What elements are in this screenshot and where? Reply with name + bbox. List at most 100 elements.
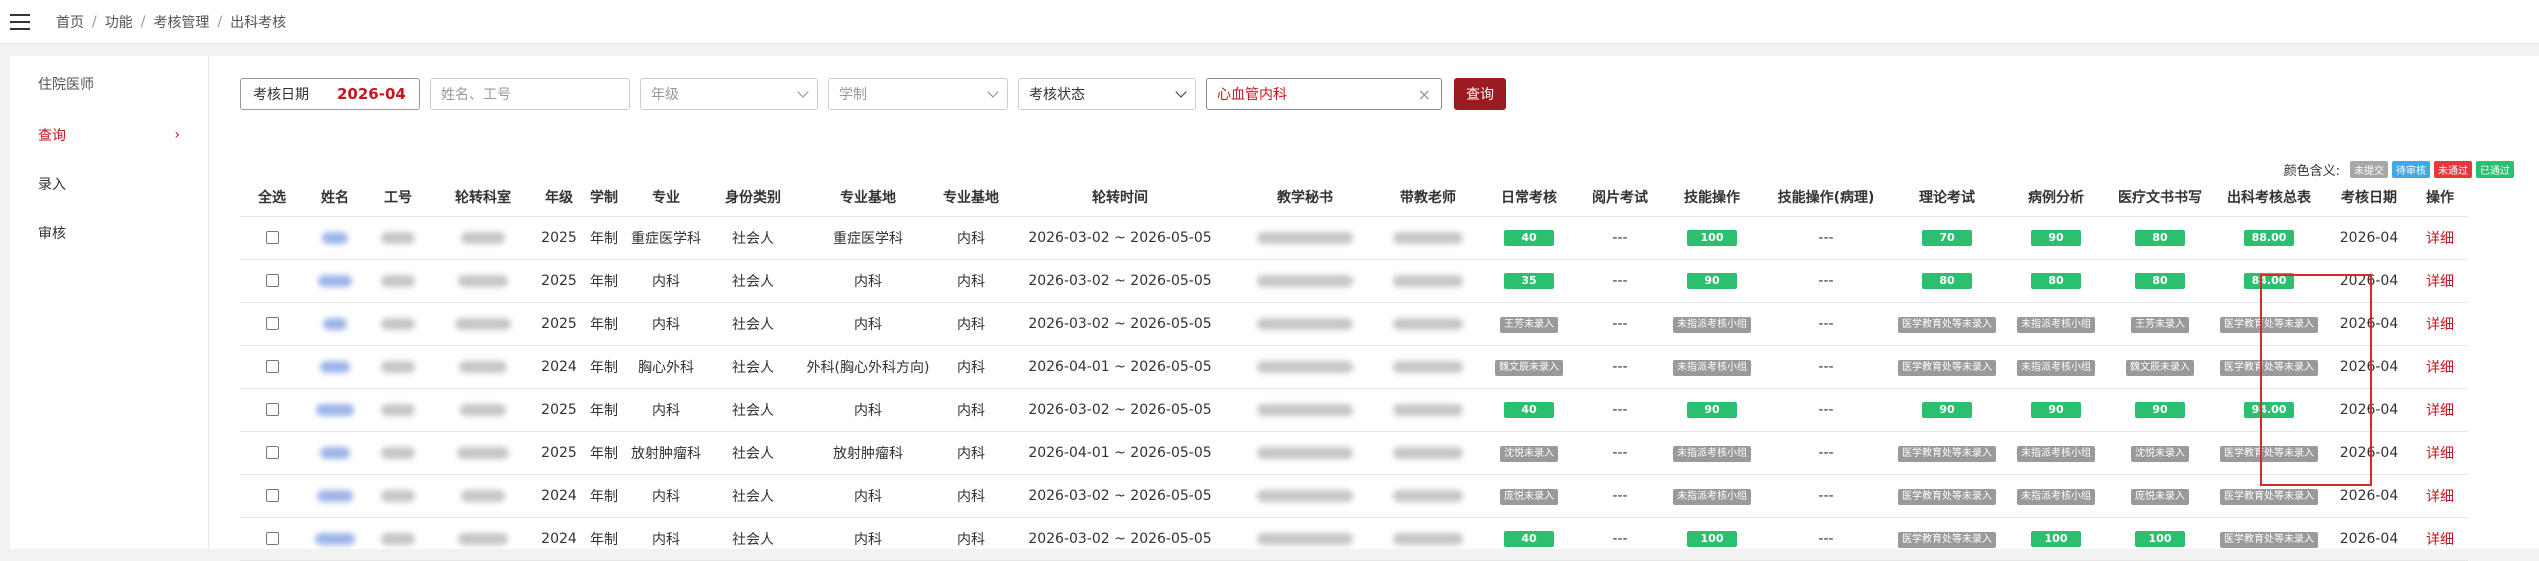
- specialty-base-cell: 内科: [800, 388, 936, 432]
- detail-link[interactable]: 详细: [2412, 259, 2468, 303]
- identity-cell: 社会人: [706, 474, 800, 518]
- detail-link[interactable]: 详细: [2412, 474, 2468, 518]
- status-select-placeholder: 考核状态: [1029, 87, 1085, 103]
- rotation-dept-cell: [430, 302, 536, 346]
- score-badge: 医学教育处等未录入: [2220, 359, 2318, 376]
- department-input[interactable]: 心血管内科 ×: [1206, 78, 1442, 110]
- redacted-value: [317, 489, 353, 502]
- score-badge: 88.00: [2244, 230, 2294, 246]
- theory-exam-cell: 医学教育处等未录入: [1890, 345, 2004, 389]
- row-checkbox[interactable]: [265, 403, 279, 416]
- detail-link[interactable]: 详细: [2412, 431, 2468, 475]
- redacted-value: [457, 446, 509, 459]
- score-badge: 80: [2135, 273, 2185, 289]
- breadcrumb-home[interactable]: 首页: [56, 12, 84, 32]
- redacted-value: [1393, 403, 1463, 416]
- breadcrumb-function[interactable]: 功能: [105, 12, 133, 32]
- redacted-value: [323, 317, 347, 330]
- query-button[interactable]: 查询: [1454, 78, 1506, 110]
- score-badge: 35: [1504, 273, 1554, 289]
- row-checkbox[interactable]: [265, 317, 279, 330]
- supervisor-cell: [1376, 302, 1480, 346]
- case-analysis-cell: 90: [2004, 216, 2108, 260]
- redacted-value: [1393, 446, 1463, 459]
- column-header[interactable]: 全选: [240, 178, 304, 217]
- score-badge: 100: [2135, 531, 2185, 547]
- redacted-value: [381, 532, 415, 545]
- breadcrumb-separator: /: [140, 13, 146, 30]
- status-select[interactable]: 考核状态: [1018, 78, 1196, 110]
- row-checkbox[interactable]: [265, 446, 279, 459]
- row-checkbox[interactable]: [265, 274, 279, 287]
- detail-link[interactable]: 详细: [2412, 517, 2468, 561]
- specialty-base-cell: 内科: [800, 259, 936, 303]
- rotation-dept-cell: [430, 517, 536, 561]
- teaching-secretary-cell: [1234, 345, 1376, 389]
- skill-exam-cell: 100: [1662, 517, 1762, 561]
- breadcrumb-separator: /: [217, 13, 223, 30]
- medical-doc-cell: 80: [2108, 259, 2212, 303]
- rotation-period-cell: 2026-03-02 ~ 2026-05-05: [1006, 517, 1234, 561]
- theory-exam-cell: 医学教育处等未录入: [1890, 302, 2004, 346]
- row-checkbox-cell: [240, 259, 304, 303]
- score-badge: 100: [1687, 230, 1737, 246]
- rotation-dept-cell: [430, 388, 536, 432]
- identity-cell: 社会人: [706, 517, 800, 561]
- row-checkbox[interactable]: [265, 231, 279, 244]
- exam-date-label: 考核日期: [253, 87, 309, 103]
- sidebar-item-review[interactable]: 审核: [10, 208, 208, 257]
- exam-date-cell: 2026-04: [2326, 345, 2412, 389]
- legend-tag-pending: 待审核: [2392, 161, 2430, 178]
- identity-cell: 社会人: [706, 431, 800, 475]
- sidebar-item-label: 审核: [38, 225, 66, 242]
- redacted-value: [381, 403, 415, 416]
- score-badge: 40: [1504, 531, 1554, 547]
- column-header: 轮转科室: [430, 178, 536, 217]
- grade-select[interactable]: 年级: [640, 78, 818, 110]
- theory-exam-cell: 医学教育处等未录入: [1890, 517, 2004, 561]
- detail-link[interactable]: 详细: [2412, 345, 2468, 389]
- redacted-value: [1257, 231, 1353, 244]
- row-checkbox[interactable]: [265, 532, 279, 545]
- detail-link[interactable]: 详细: [2412, 388, 2468, 432]
- table-row: 2025 年制 内科 社会人 内科 内科 2026-03-02 ~ 2026-05-05 王芳…: [240, 302, 2468, 346]
- skill-exam-cell: 90: [1662, 388, 1762, 432]
- teaching-secretary-cell: [1234, 474, 1376, 518]
- menu-icon[interactable]: [10, 13, 30, 30]
- table-row: 2025 年制 重症医学科 社会人 重症医学科 内科 2026-03-02 ~ 2026-0…: [240, 216, 2468, 260]
- redacted-value: [1257, 274, 1353, 287]
- exam-date-field[interactable]: 考核日期 2026-04: [240, 78, 420, 110]
- case-analysis-cell: 未指派考核小组: [2004, 302, 2108, 346]
- reading-exam-cell: ---: [1578, 345, 1662, 389]
- detail-link[interactable]: 详细: [2412, 302, 2468, 346]
- column-header: 专业基地: [936, 178, 1006, 217]
- daily-exam-cell: 王芳未录入: [1480, 302, 1578, 346]
- row-checkbox[interactable]: [265, 489, 279, 502]
- supervisor-cell: [1376, 216, 1480, 260]
- column-header: 姓名: [304, 178, 366, 217]
- name-cell: [304, 259, 366, 303]
- name-cell: [304, 431, 366, 475]
- exam-date-cell: 2026-04: [2326, 216, 2412, 260]
- column-header: 日常考核: [1480, 178, 1578, 217]
- main-panel: 住院医师 查询 › 录入 审核 考核日期 2026-04 姓名、工号 年级 学制…: [10, 56, 2539, 561]
- sidebar-item-query[interactable]: 查询 ›: [10, 110, 208, 159]
- row-checkbox-cell: [240, 216, 304, 260]
- sidebar-item-entry[interactable]: 录入: [10, 159, 208, 208]
- system-select[interactable]: 学制: [828, 78, 1008, 110]
- table-header-row: 全选 姓名 工号 轮转科室 年级 学制 专业 身份类别 专业基地 专业基地 轮转时间 教学秘书 带教老师…: [240, 178, 2468, 217]
- detail-link[interactable]: 详细: [2412, 216, 2468, 260]
- breadcrumb-exam-management[interactable]: 考核管理: [153, 12, 209, 32]
- close-icon[interactable]: ×: [1418, 85, 1431, 104]
- grade-cell: 2025: [536, 388, 582, 432]
- total-score-cell: 84.00: [2212, 259, 2326, 303]
- redacted-value: [316, 403, 354, 416]
- rotation-dept-cell: [430, 216, 536, 260]
- score-badge: 医学教育处等未录入: [2220, 488, 2318, 505]
- theory-exam-cell: 医学教育处等未录入: [1890, 431, 2004, 475]
- name-search-input[interactable]: 姓名、工号: [430, 78, 630, 110]
- chevron-right-icon: ›: [174, 126, 180, 143]
- system-cell: 年制: [582, 474, 626, 518]
- case-analysis-cell: 90: [2004, 388, 2108, 432]
- row-checkbox[interactable]: [265, 360, 279, 373]
